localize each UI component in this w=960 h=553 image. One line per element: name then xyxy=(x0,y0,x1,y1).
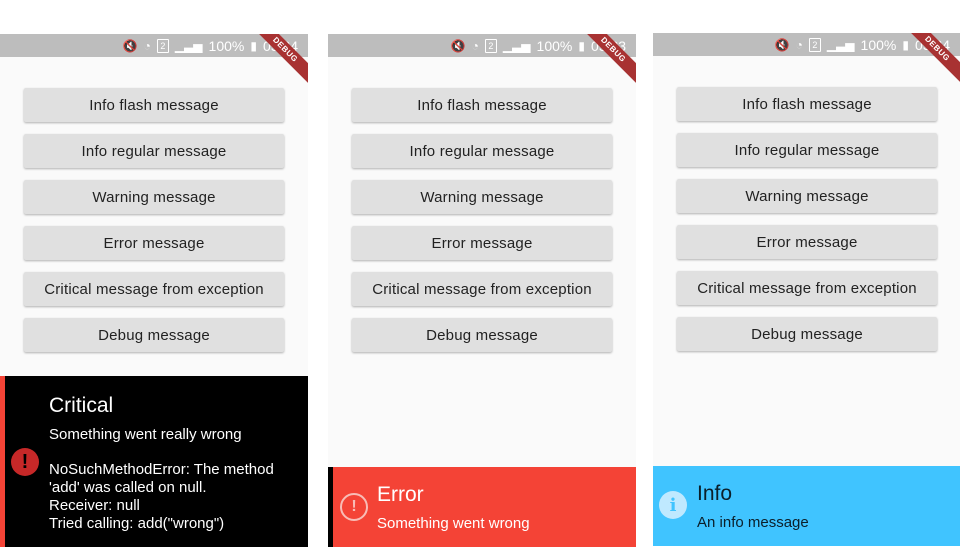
mute-icon: 🔇 xyxy=(450,38,466,53)
critical-button[interactable]: Critical message from exception xyxy=(352,272,612,306)
debug-button[interactable]: Debug message xyxy=(677,317,937,351)
warning-button[interactable]: Warning message xyxy=(24,180,284,214)
info-flash-button[interactable]: Info flash message xyxy=(677,87,937,121)
info-flash-button[interactable]: Info flash message xyxy=(24,88,284,122)
snackbar-accent xyxy=(0,376,5,547)
phone-screen-error: 🔇 ◔ 2 ▁▃▅ 100% ▮ 05:33 DEBUG Info flash … xyxy=(328,34,636,547)
snackbar-title: Critical xyxy=(49,394,114,417)
signal-icon: ▁▃▅ xyxy=(502,38,531,53)
mute-icon: 🔇 xyxy=(774,37,790,52)
sim-icon: 2 xyxy=(808,37,821,52)
critical-button[interactable]: Critical message from exception xyxy=(677,271,937,305)
detail-line: NoSuchMethodError: The method xyxy=(49,461,274,478)
snackbar-title: Error xyxy=(377,483,424,506)
battery-percent: 100% xyxy=(536,37,573,54)
detail-line: 'add' was called on null. xyxy=(49,479,207,496)
wifi-icon: ◔ xyxy=(471,38,479,53)
sim-icon: 2 xyxy=(156,38,169,53)
info-icon: i xyxy=(659,491,687,519)
detail-line: Receiver: null xyxy=(49,497,140,514)
mute-icon: 🔇 xyxy=(122,38,138,53)
error-button[interactable]: Error message xyxy=(24,226,284,260)
error-button[interactable]: Error message xyxy=(677,225,937,259)
signal-icon: ▁▃▅ xyxy=(826,37,855,52)
critical-button[interactable]: Critical message from exception xyxy=(24,272,284,306)
info-regular-button[interactable]: Info regular message xyxy=(352,134,612,168)
warning-button[interactable]: Warning message xyxy=(677,179,937,213)
error-snackbar: ! Error Something went wrong xyxy=(328,467,636,547)
debug-button[interactable]: Debug message xyxy=(24,318,284,352)
snackbar-message: An info message xyxy=(697,514,809,531)
phone-screen-critical: 🔇 ◔ 2 ▁▃▅ 100% ▮ 05:34 DEBUG Info flash … xyxy=(0,34,308,547)
wifi-icon: ◔ xyxy=(143,38,151,53)
critical-snackbar: ! Critical Something went really wrong N… xyxy=(0,376,308,547)
info-regular-button[interactable]: Info regular message xyxy=(677,133,937,167)
info-flash-button[interactable]: Info flash message xyxy=(352,88,612,122)
snackbar-title: Info xyxy=(697,482,733,505)
snackbar-message: Something went really wrong xyxy=(49,426,242,443)
warning-button[interactable]: Warning message xyxy=(352,180,612,214)
wifi-icon: ◔ xyxy=(795,37,803,52)
sim-icon: 2 xyxy=(484,38,497,53)
phone-screen-info: 🔇 ◔ 2 ▁▃▅ 100% ▮ 05:34 DEBUG Info flash … xyxy=(653,33,960,546)
battery-icon: ▮ xyxy=(250,38,257,53)
battery-icon: ▮ xyxy=(578,38,585,53)
info-regular-button[interactable]: Info regular message xyxy=(24,134,284,168)
exclamation-icon: ! xyxy=(11,448,39,476)
battery-percent: 100% xyxy=(208,37,245,54)
detail-line: Tried calling: add("wrong") xyxy=(49,515,225,532)
exclamation-icon: ! xyxy=(340,493,368,521)
snackbar-accent xyxy=(328,467,333,547)
signal-icon: ▁▃▅ xyxy=(174,38,203,53)
info-snackbar: i Info An info message xyxy=(653,466,960,546)
battery-percent: 100% xyxy=(860,36,897,53)
snackbar-message: Something went wrong xyxy=(377,515,530,532)
error-button[interactable]: Error message xyxy=(352,226,612,260)
battery-icon: ▮ xyxy=(902,37,909,52)
snackbar-detail: NoSuchMethodError: The method 'add' was … xyxy=(49,461,274,533)
debug-button[interactable]: Debug message xyxy=(352,318,612,352)
